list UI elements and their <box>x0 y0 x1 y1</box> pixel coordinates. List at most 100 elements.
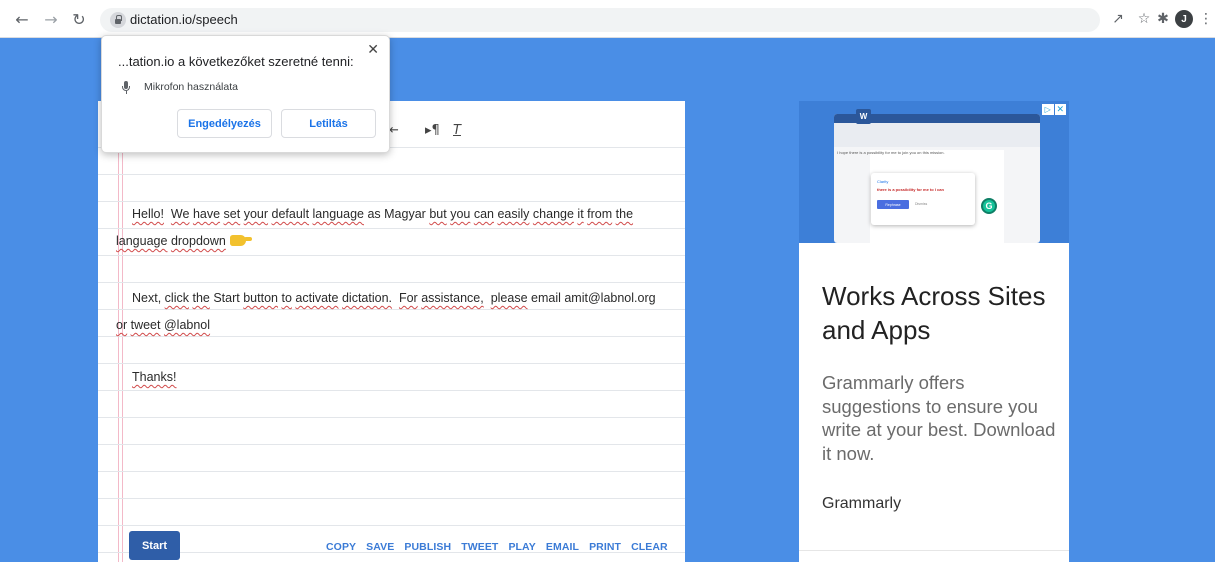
word: Next, <box>132 291 162 305</box>
editor-text-line[interactable]: Next, click the Start button to activate… <box>132 291 656 305</box>
lock-icon[interactable] <box>110 12 126 28</box>
email-link[interactable]: EMAIL <box>546 541 579 553</box>
clear-link[interactable]: CLEAR <box>631 541 668 553</box>
word: activate <box>295 291 339 305</box>
bookmark-star-icon[interactable]: ☆ <box>1134 9 1154 29</box>
word: language <box>116 234 168 248</box>
word: button <box>243 291 278 305</box>
ad-body[interactable]: Grammarly offers suggestions to ensure y… <box>822 371 1062 465</box>
start-button[interactable]: Start <box>129 531 180 560</box>
ad-image[interactable]: W I hope there is a possibility for me t… <box>799 101 1069 243</box>
word: your <box>243 207 269 221</box>
word: can <box>473 207 494 221</box>
word: dictation. <box>341 291 393 305</box>
ad-card-text: there is a possibility for me to I can <box>877 187 944 192</box>
word: @labnol <box>163 318 211 332</box>
word: dropdown <box>170 234 226 248</box>
tweet-link[interactable]: TWEET <box>461 541 498 553</box>
ruled-line <box>98 471 685 472</box>
word: the <box>192 291 210 305</box>
save-link[interactable]: SAVE <box>366 541 394 553</box>
ruled-line <box>98 390 685 391</box>
grammarly-logo-icon: G <box>981 198 997 214</box>
ad-card-dismiss: Dismiss <box>915 202 928 206</box>
word: but <box>429 207 447 221</box>
ruled-line <box>98 444 685 445</box>
word: you <box>450 207 471 221</box>
ruled-line <box>98 201 685 202</box>
print-link[interactable]: PRINT <box>589 541 621 553</box>
word: assistance, <box>421 291 484 305</box>
action-links: COPY SAVE PUBLISH TWEET PLAY EMAIL PRINT… <box>326 541 668 553</box>
word: Start <box>213 291 240 305</box>
word: as Magyar <box>367 207 426 221</box>
ruled-line <box>98 228 685 229</box>
text-direction-icon[interactable]: ▸¶ <box>425 123 440 138</box>
word: click <box>164 291 189 305</box>
ad-card-label: Clarity <box>877 179 889 184</box>
ruled-line <box>98 255 685 256</box>
ad-card-button: Rephrase <box>877 200 909 209</box>
word: the <box>615 207 634 221</box>
ruled-line <box>98 498 685 499</box>
word: Hello! <box>132 207 164 221</box>
word-logo-icon: W <box>856 109 871 124</box>
ad-brand[interactable]: Grammarly <box>822 495 901 513</box>
word: easily <box>497 207 530 221</box>
grammarly-ad[interactable]: W I hope there is a possibility for me t… <box>799 101 1069 562</box>
word: have <box>192 207 221 221</box>
ad-suggestion-card: Clarity there is a possibility for me to… <box>871 173 975 225</box>
microphone-icon <box>121 81 131 95</box>
ad-headline[interactable]: Works Across Sites and Apps <box>822 279 1062 347</box>
ruled-line <box>98 417 685 418</box>
allow-button[interactable]: Engedélyezés <box>177 109 272 138</box>
popup-title: ...tation.io a következőket szeretné ten… <box>118 54 354 69</box>
editor-text-line[interactable]: Thanks! <box>132 370 176 384</box>
permission-label: Mikrofon használata <box>144 81 238 93</box>
editor-text-line[interactable]: or tweet @labnol <box>116 318 210 332</box>
adchoices-icon[interactable]: ▷ <box>1042 104 1054 115</box>
ad-close-icon[interactable]: ✕ <box>1054 104 1066 115</box>
extensions-icon[interactable]: ✱ <box>1153 9 1173 29</box>
clear-formatting-icon[interactable]: T <box>453 123 461 138</box>
kebab-menu-icon[interactable]: ⋮ <box>1196 9 1215 29</box>
word: from <box>587 207 613 221</box>
publish-link[interactable]: PUBLISH <box>404 541 451 553</box>
close-icon[interactable]: ✕ <box>367 42 379 58</box>
word: tweet <box>130 318 161 332</box>
url-text[interactable]: dictation.io/speech <box>130 12 238 27</box>
word: please <box>490 291 528 305</box>
microphone-permission-popup: ...tation.io a következőket szeretné ten… <box>101 35 390 153</box>
ruled-line <box>98 336 685 337</box>
dictation-editor[interactable]: ⇤ ▸¶ T Hello! We have set your default l… <box>98 101 685 562</box>
word: For <box>398 291 418 305</box>
ruled-line <box>98 525 685 526</box>
editor-text-line[interactable]: language dropdown <box>116 234 252 248</box>
share-icon[interactable]: ↗ <box>1108 9 1128 29</box>
copy-link[interactable]: COPY <box>326 541 356 553</box>
word: to <box>281 291 292 305</box>
block-button[interactable]: Letiltás <box>281 109 376 138</box>
word: change <box>532 207 574 221</box>
address-bar[interactable]: dictation.io/speech <box>100 8 1100 32</box>
profile-avatar[interactable]: J <box>1175 10 1193 28</box>
word: set <box>223 207 241 221</box>
back-arrow-icon[interactable]: ← <box>12 9 32 29</box>
word: Thanks! <box>132 370 177 384</box>
ruled-line <box>98 174 685 175</box>
editor-text-line[interactable]: Hello! We have set your default language… <box>132 207 633 221</box>
adchoices: ▷ ✕ <box>1042 104 1066 115</box>
forward-arrow-icon[interactable]: → <box>41 9 61 29</box>
ruled-line <box>98 309 685 310</box>
ruled-line <box>98 282 685 283</box>
word: language <box>312 207 364 221</box>
play-link[interactable]: PLAY <box>508 541 535 553</box>
divider <box>799 550 1069 551</box>
reload-icon[interactable]: ↻ <box>69 9 89 29</box>
word: or <box>116 318 128 332</box>
word: email amit@labnol.org <box>531 291 656 305</box>
ad-doc-text: I hope there is a possibility for me to … <box>837 150 945 155</box>
word: default <box>271 207 310 221</box>
word: We <box>170 207 190 221</box>
word: it <box>577 207 584 221</box>
